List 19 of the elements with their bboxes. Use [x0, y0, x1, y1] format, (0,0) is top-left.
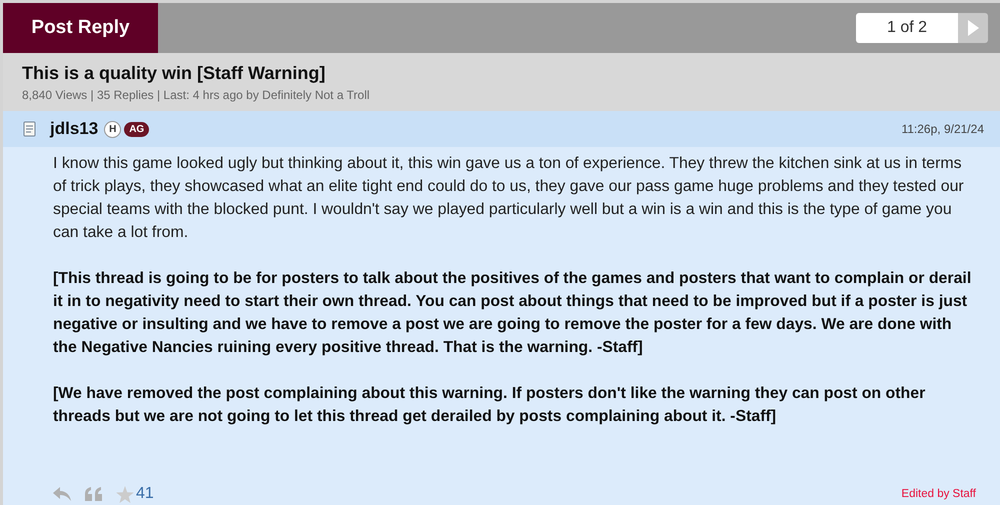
thread-stats: 8,840 Views | 35 Replies | Last: 4 hrs ago by Definitely Not a Troll	[22, 88, 371, 102]
next-page-button[interactable]	[958, 13, 988, 43]
user-badge: H	[104, 120, 122, 138]
post-paragraph: [This thread is going to be for posters to talk about the positives of the games and posters that want to complain or derail it in to negativity need to start their own thread. You can post about things that need to be improved but if a poster is just negative or insulting and we have to remove a post we are going to remove the poster for a few days. We are done with the Negative Nancies ruining every positive thread. That is the warning. -Staff]	[53, 269, 972, 358]
post-reply-button[interactable]: Post Reply	[3, 3, 158, 53]
thread-title: This is a quality win [Staff Warning]	[22, 63, 326, 84]
user-badge: AG	[124, 122, 150, 136]
quote-icon[interactable]	[85, 487, 102, 501]
edited-note: Edited by Staff	[901, 488, 976, 500]
page-indicator[interactable]: 1 of 2	[856, 13, 958, 43]
post-paragraph: [We have removed the post complaining about this warning. If posters don't like the warning they can post on other threads but we are not going to let this thread get derailed by posts complaining about it. -Staff]	[53, 384, 926, 427]
star-count: 41	[136, 485, 154, 503]
document-icon[interactable]	[23, 121, 36, 137]
author-name[interactable]: jdls13	[50, 119, 98, 139]
post-time: 11:26p, 9/21/24	[901, 122, 984, 136]
star-icon[interactable]	[116, 486, 134, 502]
post-paragraph: I know this game looked ugly but thinking about it, this win gave us a ton of experience. They threw the kitchen sink at us in terms of trick plays, they showcased what an elite tight end could do to us, they gave our pass game huge problems and they tested our special teams with the blocked punt. I wouldn't say we played particularly well but a win is a win and this is the type of game you can take a lot from.	[53, 154, 965, 243]
triangle-icon	[967, 20, 979, 36]
reply-icon[interactable]	[53, 487, 71, 501]
